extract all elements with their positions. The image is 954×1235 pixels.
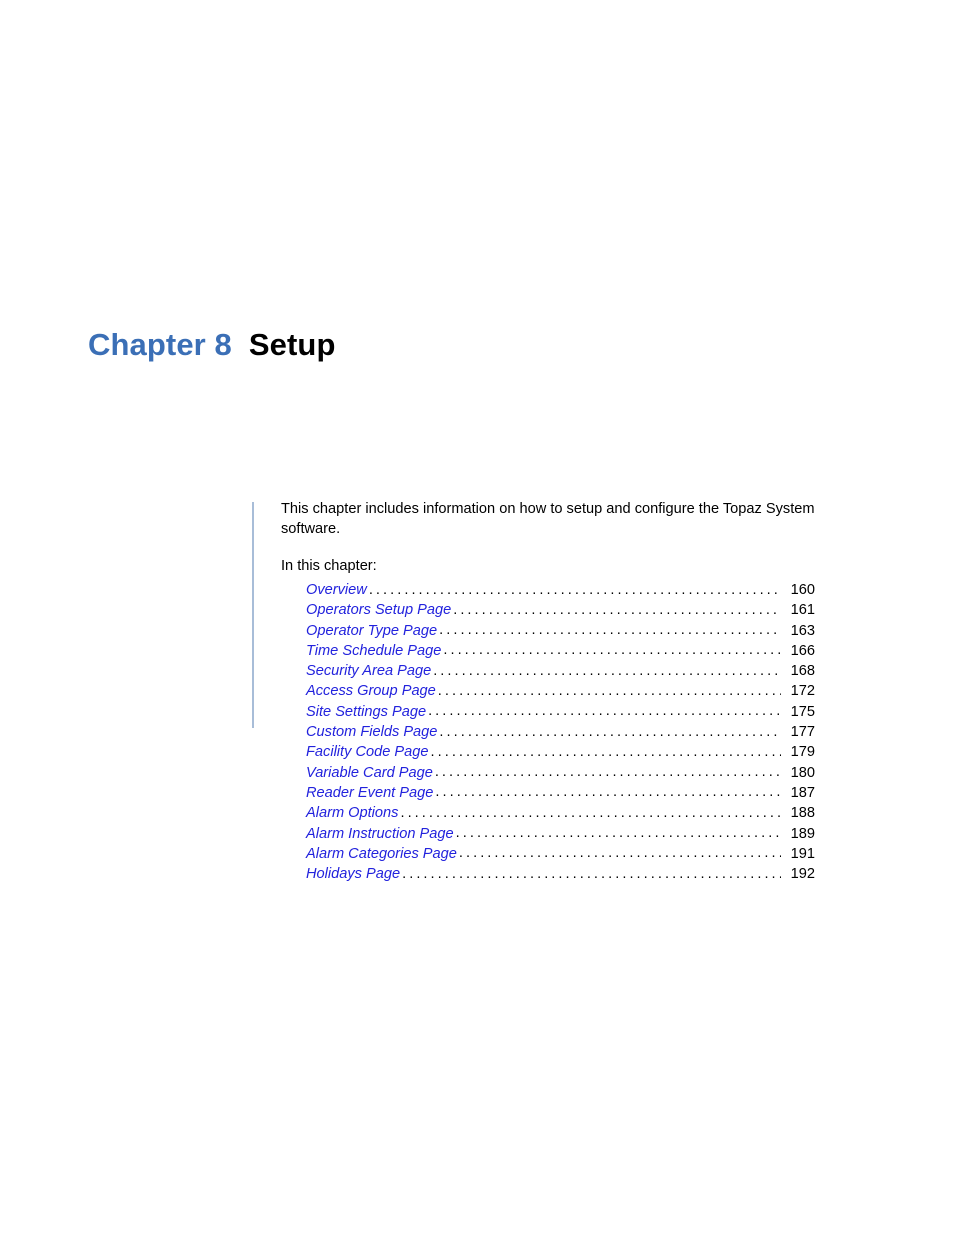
toc-entry-page-number: 179 [790,744,815,761]
toc-dot-leader [431,742,782,762]
toc-entry-page-number: 172 [790,683,815,700]
toc-entry-page-number: 168 [790,663,815,680]
toc-entry-reader-event-page[interactable]: Reader Event Page 187 [306,783,815,803]
toc-entry-time-schedule-page[interactable]: Time Schedule Page 166 [306,641,815,661]
toc-dot-leader [400,803,781,823]
toc-entry-page-number: 166 [790,642,815,659]
toc-entry-operator-type-page[interactable]: Operator Type Page 163 [306,621,815,641]
toc-entry-variable-card-page[interactable]: Variable Card Page 180 [306,763,815,783]
chapter-title-label: Setup [248,327,336,362]
page-title: Chapter 8 Setup [88,326,336,364]
intro-paragraph: This chapter includes information on how… [281,501,815,537]
toc-entry-title[interactable]: Operators Setup Page [306,600,451,620]
toc-dot-leader [456,823,781,843]
toc-entry-overview[interactable]: Overview 160 [306,580,815,600]
toc-entry-security-area-page[interactable]: Security Area Page 168 [306,661,815,681]
toc-dot-leader [438,681,781,701]
side-rule-divider [252,502,254,728]
chapter-toc-list: Overview 160 Operators Setup Page 161 Op… [306,580,815,884]
toc-entry-alarm-options[interactable]: Alarm Options 188 [306,803,815,823]
toc-entry-page-number: 187 [790,784,815,801]
toc-entry-title[interactable]: Overview [306,580,367,600]
toc-dot-leader [402,864,781,884]
toc-entry-title[interactable]: Holidays Page [306,864,400,884]
toc-entry-page-number: 180 [790,764,815,781]
toc-dot-leader [439,620,781,640]
toc-dot-leader [453,600,781,620]
toc-entry-title[interactable]: Alarm Options [306,803,398,823]
toc-dot-leader [369,580,781,600]
toc-entry-facility-code-page[interactable]: Facility Code Page 179 [306,742,815,762]
toc-dot-leader [439,722,781,742]
toc-entry-page-number: 189 [790,825,815,842]
toc-entry-title[interactable]: Site Settings Page [306,702,426,722]
toc-entry-operators-setup-page[interactable]: Operators Setup Page 161 [306,600,815,620]
toc-entry-alarm-categories-page[interactable]: Alarm Categories Page 191 [306,844,815,864]
toc-entry-page-number: 175 [790,703,815,720]
toc-entry-page-number: 163 [790,622,815,639]
toc-entry-holidays-page[interactable]: Holidays Page 192 [306,864,815,884]
toc-entry-page-number: 191 [790,845,815,862]
toc-entry-alarm-instruction-page[interactable]: Alarm Instruction Page 189 [306,824,815,844]
toc-entry-access-group-page[interactable]: Access Group Page 172 [306,681,815,701]
toc-dot-leader [443,640,781,660]
toc-dot-leader [428,701,781,721]
toc-entry-title[interactable]: Access Group Page [306,681,436,701]
toc-entry-page-number: 177 [790,724,815,741]
toc-entry-page-number: 160 [790,582,815,598]
toc-entry-custom-fields-page[interactable]: Custom Fields Page 177 [306,722,815,742]
toc-entry-title[interactable]: Facility Code Page [306,742,429,762]
toc-entry-title[interactable]: Custom Fields Page [306,722,437,742]
toc-entry-page-number: 192 [790,866,815,883]
toc-entry-page-number: 161 [790,602,815,619]
toc-dot-leader [435,762,781,782]
toc-entry-title[interactable]: Operator Type Page [306,621,437,641]
toc-entry-title[interactable]: Alarm Categories Page [306,844,457,864]
toc-entry-title[interactable]: Alarm Instruction Page [306,824,454,844]
toc-entry-title[interactable]: Security Area Page [306,661,431,681]
toc-dot-leader [459,843,781,863]
toc-entry-site-settings-page[interactable]: Site Settings Page 175 [306,702,815,722]
toc-dot-leader [433,661,781,681]
toc-entry-page-number: 188 [790,805,815,822]
toc-entry-title[interactable]: Reader Event Page [306,783,433,803]
in-this-chapter-label: In this chapter: [281,558,377,574]
toc-entry-title[interactable]: Variable Card Page [306,763,433,783]
toc-entry-title[interactable]: Time Schedule Page [306,641,441,661]
toc-dot-leader [435,782,781,802]
document-page: Chapter 8 Setup This chapter includes inf… [0,0,954,1235]
chapter-number-label: Chapter 8 [88,327,232,362]
